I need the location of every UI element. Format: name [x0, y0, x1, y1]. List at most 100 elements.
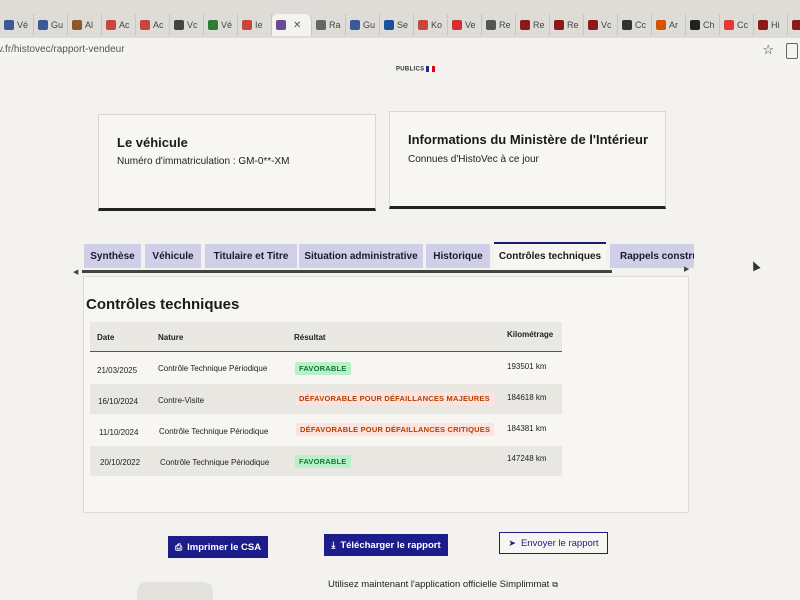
tab-vehicule[interactable]: Véhicule: [145, 244, 201, 268]
bottom-decoration: [137, 582, 213, 600]
tab-title: Ra: [329, 20, 341, 30]
browser-tab[interactable]: Ac: [136, 14, 170, 36]
status-badge: DÉFAVORABLE POUR DÉFAILLANCES MAJEURES: [295, 392, 494, 405]
scroll-right-icon[interactable]: ▶: [684, 265, 689, 273]
tab-title: Ve: [465, 20, 476, 30]
tab-historique[interactable]: Historique: [426, 244, 490, 268]
bookmark-star-icon[interactable]: ☆: [762, 42, 774, 58]
browser-tab[interactable]: Cc: [720, 14, 754, 36]
row-km: 147248 km: [507, 454, 547, 463]
tab-favicon-icon: [72, 20, 82, 30]
print-csa-button[interactable]: ⎙ Imprimer le CSA: [168, 536, 268, 558]
tab-favicon-icon: [418, 20, 428, 30]
scroll-left-icon[interactable]: ◀: [73, 268, 78, 276]
footer-note-text[interactable]: Utilisez maintenant l'application offici…: [328, 579, 549, 590]
download-report-button[interactable]: ⤓ Télécharger le rapport: [324, 534, 448, 556]
url-text[interactable]: v.fr/histovec/rapport-vendeur: [0, 44, 125, 55]
gov-logo: PUBLICS: [396, 66, 436, 73]
tab-favicon-icon: [452, 20, 462, 30]
tab-favicon-icon: [276, 20, 286, 30]
tab-label: Historique: [433, 250, 483, 262]
browser-tab[interactable]: Vé: [204, 14, 238, 36]
row-date: 20/10/2022: [100, 458, 141, 467]
vehicle-card-title: Le véhicule: [117, 135, 188, 150]
tab-title: Vc: [601, 20, 612, 30]
browser-tab[interactable]: Re: [550, 14, 584, 36]
tab-favicon-icon: [792, 20, 800, 30]
browser-tab[interactable]: Vé: [0, 14, 34, 36]
status-badge: FAVORABLE: [295, 362, 351, 375]
tab-title: Al: [85, 20, 94, 30]
browser-tab[interactable]: Hi: [788, 14, 800, 36]
row-km: 193501 km: [507, 362, 547, 371]
table-row: 20/10/2022 Contrôle Technique Périodique…: [90, 446, 562, 476]
extension-icon[interactable]: [786, 43, 798, 59]
col-kilometrage: Kilométrage: [507, 330, 554, 339]
browser-tab[interactable]: Hi: [754, 14, 788, 36]
browser-tab[interactable]: Ve: [448, 14, 482, 36]
browser-tab[interactable]: Vc: [584, 14, 618, 36]
row-nature: Contre-Visite: [158, 396, 205, 405]
external-link-icon[interactable]: ⧉: [552, 580, 558, 589]
flag-icon: [426, 66, 436, 72]
tab-title: Re: [567, 20, 579, 30]
tab-title: Re: [499, 20, 511, 30]
section-tabs: Synthèse Véhicule Titulaire et Titre Sit…: [84, 242, 694, 268]
col-nature: Nature: [158, 333, 184, 342]
browser-tab[interactable]: ✕: [272, 14, 312, 36]
ministry-card-title: Informations du Ministère de l'Intérieur: [408, 132, 649, 147]
ministry-card-subtitle: Connues d'HistoVec à ce jour: [408, 154, 539, 165]
tab-controles-techniques[interactable]: Contrôles techniques: [494, 242, 606, 268]
browser-tab-strip: Vé Gu Al Ac Ac Vc Vé Ie ✕ Ra Gu Se Ko Ve Re Re Re Vc Cc Ar C…: [0, 0, 800, 38]
address-bar[interactable]: v.fr/histovec/rapport-vendeur ☆: [0, 38, 800, 65]
browser-tab[interactable]: Ra: [312, 14, 346, 36]
tab-label: Rappels constru: [620, 250, 694, 262]
tab-favicon-icon: [350, 20, 360, 30]
browser-tab[interactable]: Cc: [618, 14, 652, 36]
tab-favicon-icon: [656, 20, 666, 30]
browser-tab[interactable]: Vc: [170, 14, 204, 36]
tab-label: Situation administrative: [304, 250, 418, 262]
row-date: 16/10/2024: [98, 397, 139, 406]
tab-situation-administrative[interactable]: Situation administrative: [299, 244, 423, 268]
tab-rappels-constructeur[interactable]: Rappels constru: [610, 244, 694, 268]
logo-text: PUBLICS: [396, 66, 425, 73]
panel-title: Contrôles techniques: [86, 296, 240, 313]
tab-titulaire[interactable]: Titulaire et Titre: [205, 244, 297, 268]
send-label: Envoyer le rapport: [520, 537, 599, 549]
browser-tab[interactable]: Al: [68, 14, 102, 36]
tab-title: Gu: [51, 20, 64, 30]
tab-synthese[interactable]: Synthèse: [84, 244, 141, 268]
row-nature: Contrôle Technique Périodique: [160, 458, 270, 467]
tab-favicon-icon: [486, 20, 496, 30]
row-date: 11/10/2024: [99, 428, 139, 437]
browser-tab[interactable]: Ie: [238, 14, 272, 36]
browser-tab[interactable]: Re: [482, 14, 516, 36]
tab-title: Cc: [635, 20, 646, 30]
tab-title: Ar: [669, 20, 678, 30]
tab-favicon-icon: [38, 20, 48, 30]
row-nature: Contrôle Technique Périodique: [158, 364, 268, 373]
table-header: Date Nature Résultat Kilométrage: [90, 322, 562, 352]
tab-title: Ch: [703, 20, 715, 30]
row-nature: Contrôle Technique Périodique: [159, 427, 269, 436]
tabs-scrollbar[interactable]: [82, 270, 612, 273]
tab-favicon-icon: [622, 20, 632, 30]
browser-tab[interactable]: Ko: [414, 14, 448, 36]
browser-tab[interactable]: Gu: [34, 14, 68, 36]
close-tab-icon[interactable]: ✕: [293, 20, 301, 31]
col-date: Date: [97, 333, 115, 342]
send-report-button[interactable]: ➤ Envoyer le rapport: [499, 532, 608, 554]
browser-tab[interactable]: Ch: [686, 14, 720, 36]
download-icon: ⤓: [331, 539, 336, 550]
tab-favicon-icon: [140, 20, 150, 30]
browser-tab[interactable]: Se: [380, 14, 414, 36]
browser-tab[interactable]: Gu: [346, 14, 380, 36]
browser-tab[interactable]: Ac: [102, 14, 136, 36]
browser-tab[interactable]: Ar: [652, 14, 686, 36]
browser-tab[interactable]: Re: [516, 14, 550, 36]
tab-title: Ko: [431, 20, 443, 30]
tab-favicon-icon: [724, 20, 734, 30]
vehicle-card: Le véhicule Numéro d'immatriculation : G…: [98, 114, 376, 211]
tab-title: Se: [397, 20, 409, 30]
